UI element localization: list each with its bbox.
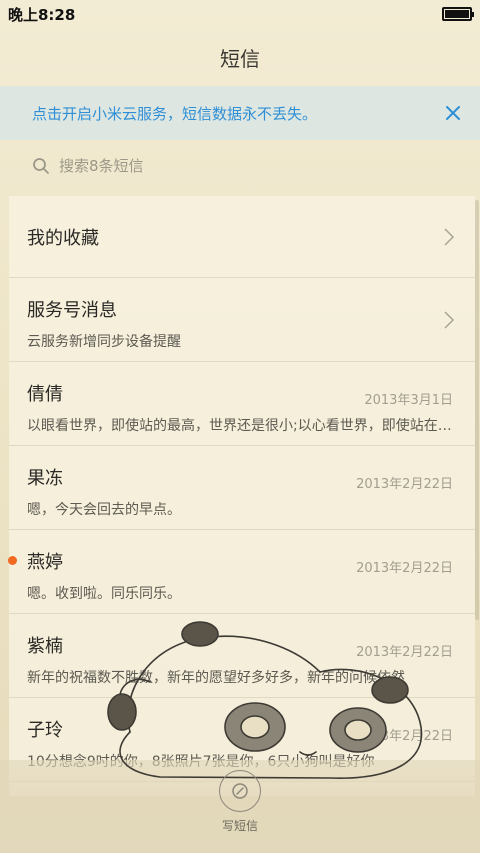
message-preview: 嗯，今天会回去的早点。 [27,502,181,518]
message-date: 2013年2月22日 [356,561,453,576]
compose-icon[interactable] [219,770,261,812]
message-date: 2013年3月1日 [364,393,453,408]
cloud-service-banner[interactable]: 点击开启小米云服务，短信数据永不丢失。 [0,86,480,140]
contact-name: 倩倩 [27,384,63,405]
service-messages-item[interactable]: 服务号消息 云服务新增同步设备提醒 [9,278,475,362]
conversation-row[interactable]: 紫楠 2013年2月22日 新年的祝福数不胜数，新年的愿望好多好多，新年的问候依… [9,614,475,698]
message-preview: 新年的祝福数不胜数，新年的愿望好多好多，新年的问候依然 [27,670,405,686]
compose-button[interactable]: 写短信 [210,770,270,836]
message-list: 我的收藏 服务号消息 云服务新增同步设备提醒 倩倩 2013年3月1日 以眼看世… [9,196,475,796]
title-bar: 短信 [0,28,480,86]
close-icon[interactable] [440,100,466,126]
chevron-right-icon [444,227,455,246]
search-bar[interactable] [0,140,480,192]
scrollbar[interactable] [475,200,479,620]
message-date: 2013年2月22日 [356,729,453,744]
favorites-item[interactable]: 我的收藏 [9,196,475,278]
battery-icon [442,7,474,21]
contact-name: 果冻 [27,468,63,489]
compose-label: 写短信 [221,819,258,833]
conversation-row[interactable]: 果冻 2013年2月22日 嗯，今天会回去的早点。 [9,446,475,530]
search-input[interactable] [59,157,439,175]
search-icon [33,158,49,174]
service-subtitle: 云服务新增同步设备提醒 [27,334,181,350]
conversation-row[interactable]: 倩倩 2013年3月1日 以眼看世界，即使站的最高，世界还是很小;以心看世界，即… [9,362,475,446]
service-title: 服务号消息 [27,300,117,321]
chevron-right-icon [444,310,455,329]
unread-dot [8,556,17,565]
page-title: 短信 [220,46,260,71]
conversation-row[interactable]: 燕婷 2013年2月22日 嗯。收到啦。同乐同乐。 [9,530,475,614]
status-time: 晚上8:28 [8,5,76,24]
message-date: 2013年2月22日 [356,477,453,492]
status-bar: 晚上8:28 [0,0,480,28]
battery-level [445,10,469,18]
contact-name: 紫楠 [27,636,63,657]
contact-name: 燕婷 [27,552,63,573]
message-date: 2013年2月22日 [356,645,453,660]
contact-name: 子玲 [27,720,63,741]
banner-text[interactable]: 点击开启小米云服务，短信数据永不丢失。 [32,103,317,124]
message-preview: 嗯。收到啦。同乐同乐。 [27,586,181,602]
message-preview: 以眼看世界，即使站的最高，世界还是很小;以心看世界，即使站在最低，世界也是很大 [27,418,455,434]
favorites-label: 我的收藏 [27,227,99,249]
